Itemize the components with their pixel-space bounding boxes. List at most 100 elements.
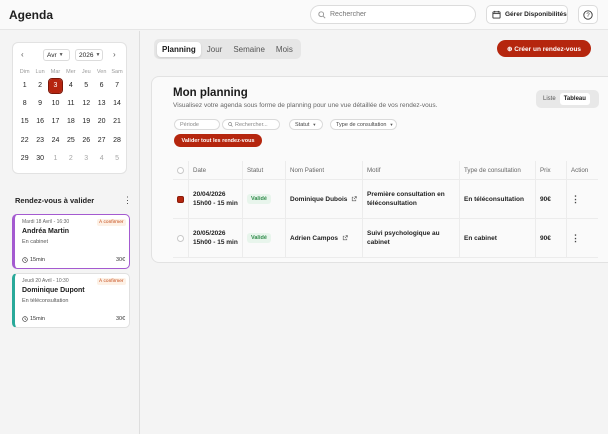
more-actions-icon[interactable]: ⋮ [571,233,580,244]
calendar-day[interactable]: 18 [63,115,78,129]
calendar-day[interactable]: 28 [109,134,124,148]
calendar-day[interactable]: 17 [48,115,63,129]
appointment-date: Jeudi 20 Avril - 10:30 [22,278,69,284]
time-value: 15h00 - 15 min [193,239,238,246]
row-checkbox[interactable] [177,195,184,203]
app-title: Agenda [9,8,54,22]
calendar-day[interactable]: 12 [79,97,94,111]
table-search[interactable]: Rechercher... [222,119,280,130]
calendar-day[interactable]: 21 [109,115,124,129]
period-placeholder: Période [180,121,199,128]
row-patient[interactable]: Adrien Campos [285,219,362,257]
header-type: Type de consultation [459,161,535,179]
more-options-icon[interactable]: ⋮ [123,195,132,206]
calendar-day[interactable]: 24 [48,134,63,148]
mini-calendar: ‹ Avr ▼ 2026 ▼ › Dim Lun Mar Mer Jeu Ven Sam 1 2 3 4… [12,42,127,174]
row-type: En téléconsultation [459,180,535,218]
external-link-icon[interactable] [342,235,348,241]
table-row[interactable]: 20/04/2026 15h00 - 15 min Validé Dominiqu… [173,180,598,219]
calendar-day[interactable]: 6 [94,79,109,93]
calendar-day[interactable]: 2 [32,79,47,93]
tab-semaine[interactable]: Semaine [228,42,270,57]
time-value: 15h00 - 15 min [193,200,238,207]
pending-appointments-title: Rendez-vous à valider [15,196,95,205]
pending-appointment-card[interactable]: Jeudi 20 Avril - 10:30 À confirmer Domin… [12,273,130,328]
row-prix: 90€ [535,219,566,257]
calendar-day[interactable]: 14 [109,97,124,111]
calendar-day[interactable]: 9 [32,97,47,111]
calendar-day[interactable]: 16 [32,115,47,129]
calendar-day[interactable]: 25 [63,134,78,148]
weekday-label: Mar [50,69,61,75]
month-select[interactable]: Avr ▼ [43,49,70,61]
calendar-week: 8 9 10 11 12 13 14 [17,95,125,113]
status-filter[interactable]: Statut ▼ [289,119,323,130]
calendar-day[interactable]: 5 [79,79,94,93]
calendar-day[interactable]: 3 [79,152,94,166]
sidebar: ‹ Avr ▼ 2026 ▼ › Dim Lun Mar Mer Jeu Ven Sam 1 2 3 4… [0,31,140,434]
calendar-day[interactable]: 26 [79,134,94,148]
toggle-liste[interactable]: Liste [539,93,560,105]
calendar-day[interactable]: 4 [63,79,78,93]
search-input[interactable] [330,11,470,18]
toggle-tableau[interactable]: Tableau [559,93,590,105]
appointment-duration: 15min [22,316,45,322]
calendar-day[interactable]: 23 [32,134,47,148]
table-row[interactable]: 20/05/2026 15h00 - 15 min Validé Adrien C… [173,219,598,258]
calendar-week: 15 16 17 18 19 20 21 [17,113,125,131]
calendar-day[interactable]: 2 [63,152,78,166]
validate-all-button[interactable]: Valider tout les rendez-vous [174,134,262,147]
weekday-label: Ven [96,69,107,75]
manage-availability-button[interactable]: Gérer Disponibilités [486,5,568,24]
external-link-icon[interactable] [351,196,358,202]
patient-name: Andréa Martin [22,228,70,235]
period-filter[interactable]: Période [174,119,220,130]
select-all-checkbox[interactable] [177,166,184,174]
header-patient: Nom Patient [285,161,362,179]
calendar-day[interactable]: 10 [48,97,63,111]
calendar-day[interactable]: 30 [32,152,47,166]
more-actions-icon[interactable]: ⋮ [571,194,580,205]
row-date: 20/04/2026 15h00 - 15 min [188,180,242,218]
duration-value: 15min [30,257,45,263]
calendar-day[interactable]: 15 [17,115,32,129]
calendar-day[interactable]: 29 [17,152,32,166]
pending-appointment-card[interactable]: Mardi 18 Avril - 16:30 À confirmer André… [12,214,130,269]
calendar-day[interactable]: 8 [17,97,32,111]
consultation-type-filter[interactable]: Type de consultation ▼ [330,119,397,130]
calendar-day[interactable]: 7 [109,79,124,93]
header-action: Action [566,161,598,179]
tab-planning[interactable]: Planning [157,41,201,57]
calendar-day[interactable]: 19 [79,115,94,129]
year-select[interactable]: 2026 ▼ [75,49,103,61]
status-badge: À confirmer [97,219,126,226]
calendar-day[interactable]: 5 [109,152,124,166]
calendar-day[interactable]: 1 [48,152,63,166]
global-search[interactable] [310,5,476,24]
search-icon [318,10,326,19]
prev-month-icon[interactable]: ‹ [21,50,24,59]
calendar-day[interactable]: 13 [94,97,109,111]
tab-mois[interactable]: Mois [271,42,298,57]
row-checkbox-cell [173,219,188,257]
appointment-price: 30€ [116,257,126,263]
calendar-day[interactable]: 11 [63,97,78,111]
date-value: 20/05/2026 [193,230,226,237]
row-patient[interactable]: Dominique Dubois [285,180,362,218]
table-header: Date Statut Nom Patient Motif Type de co… [173,161,598,180]
calendar-day[interactable]: 22 [17,134,32,148]
appointment-duration: 15min [22,257,45,263]
calendar-day[interactable]: 27 [94,134,109,148]
header-date: Date [188,161,242,179]
calendar-nav: ‹ Avr ▼ 2026 ▼ › [13,49,128,61]
row-checkbox[interactable] [177,234,184,242]
calendar-day[interactable]: 4 [94,152,109,166]
calendar-day[interactable]: 3 [47,78,63,95]
calendar-day[interactable]: 20 [94,115,109,129]
next-month-icon[interactable]: › [113,50,116,59]
calendar-day[interactable]: 1 [17,79,32,93]
manage-availability-label: Gérer Disponibilités [505,11,567,18]
create-appointment-button[interactable]: ⊕ Créer un rendez-vous [497,40,591,57]
tab-jour[interactable]: Jour [202,42,228,57]
help-button[interactable]: ? [578,5,598,24]
